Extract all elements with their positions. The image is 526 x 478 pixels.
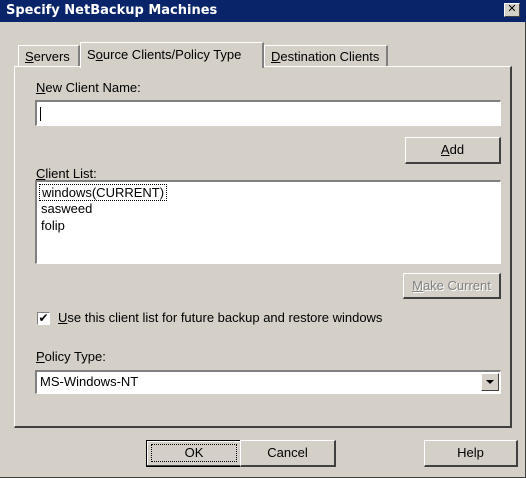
ok-focus-ring (151, 444, 237, 462)
title-bar[interactable]: Specify NetBackup Machines ✕ (0, 0, 526, 22)
policy-type-value: MS-Windows-NT (40, 374, 139, 389)
tab-destination-clients-label: Destination Clients (271, 49, 380, 64)
make-current-button-label: Make Current (412, 278, 491, 293)
help-button[interactable]: Help (424, 440, 518, 467)
client-list-label: Client List: (36, 166, 97, 181)
tab-source-clients[interactable]: Source Clients/Policy Type (80, 42, 264, 68)
client-list-item[interactable]: windows(CURRENT) (39, 184, 168, 201)
new-client-name-input[interactable] (35, 100, 501, 126)
tab-servers-label: Servers (25, 49, 70, 64)
checkmark-icon: ✔ (38, 311, 49, 325)
client-list-item[interactable]: sasweed (41, 201, 92, 216)
tab-servers[interactable]: Servers (18, 45, 80, 67)
client-list-box[interactable]: windows(CURRENT) sasweed folip (35, 180, 501, 264)
use-client-list-checkbox[interactable]: ✔ (37, 312, 50, 325)
new-client-name-label: New Client Name: (36, 80, 141, 95)
tab-panel-source-clients: New Client Name: Add Client List: window… (14, 66, 512, 428)
ok-button[interactable]: OK (146, 440, 242, 467)
help-button-label: Help (457, 445, 484, 460)
dropdown-arrow-icon[interactable] (481, 373, 499, 391)
new-client-name-value (40, 105, 41, 121)
add-button-label: Add (440, 142, 465, 157)
close-icon: ✕ (507, 3, 517, 15)
make-current-button[interactable]: Make Current (403, 273, 501, 299)
cancel-button[interactable]: Cancel (240, 440, 336, 467)
tab-source-clients-label: Source Clients/Policy Type (87, 47, 242, 62)
client-list-item[interactable]: folip (41, 218, 65, 233)
add-button[interactable]: Add (405, 137, 501, 164)
close-button[interactable]: ✕ (504, 3, 520, 17)
window-title: Specify NetBackup Machines (6, 3, 218, 18)
policy-type-dropdown[interactable]: MS-Windows-NT (35, 370, 501, 394)
cancel-button-label: Cancel (267, 445, 308, 460)
policy-type-label: Policy Type: (36, 349, 106, 364)
dialog-window: Specify NetBackup Machines ✕ Servers Sou… (0, 0, 526, 478)
use-client-list-label[interactable]: Use this client list for future backup a… (58, 310, 382, 325)
tab-destination-clients[interactable]: Destination Clients (264, 45, 388, 67)
